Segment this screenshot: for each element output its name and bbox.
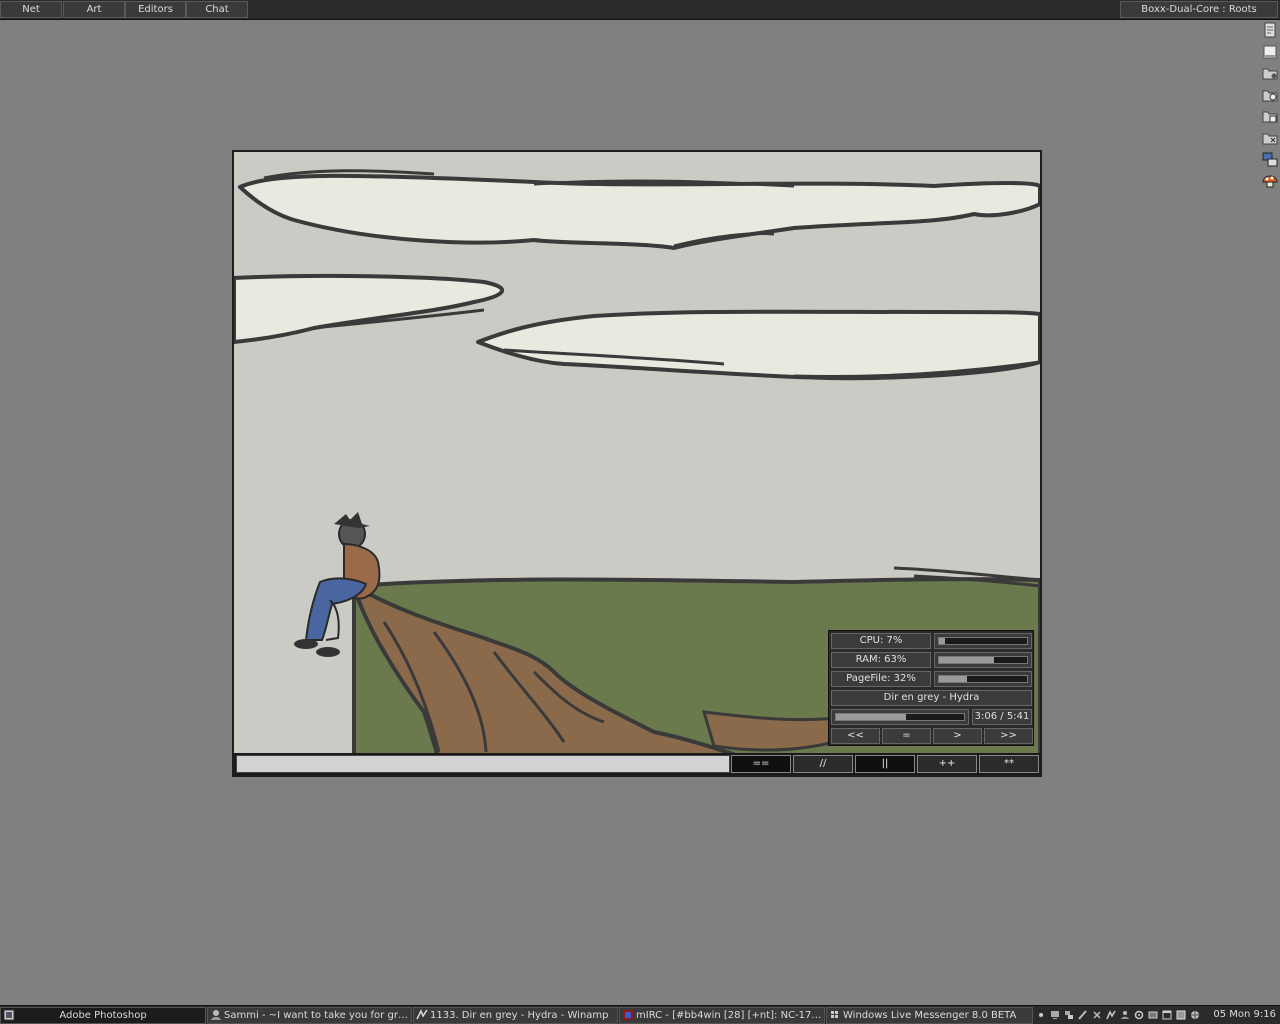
- tray-user-icon[interactable]: [1120, 1010, 1130, 1020]
- tray-monitor-icon[interactable]: [1148, 1010, 1158, 1020]
- task-label: Sammi - ~I want to take you for granted~: [224, 1010, 409, 1021]
- tray-dot-icon[interactable]: [1036, 1010, 1046, 1020]
- ram-meter-fill: [939, 657, 995, 663]
- taskbar: Adobe Photoshop Sammi - ~I want to take …: [0, 1005, 1280, 1024]
- pagefile-label: PageFile: 32%: [831, 671, 931, 687]
- stop-button[interactable]: =: [882, 728, 931, 744]
- cpu-meter: [934, 633, 1032, 649]
- bar-button-plus[interactable]: ++: [917, 755, 977, 773]
- tray-network-icon[interactable]: [1064, 1010, 1074, 1020]
- task-messenger-chat[interactable]: Sammi - ~I want to take you for granted~: [207, 1007, 412, 1024]
- system-monitor: CPU: 7% RAM: 63% PageFile: 32% Dir en gr…: [828, 630, 1034, 746]
- wallpaper-art: CPU: 7% RAM: 63% PageFile: 32% Dir en gr…: [232, 150, 1042, 777]
- task-label: Windows Live Messenger 8.0 BETA: [843, 1010, 1017, 1021]
- menu-chat[interactable]: Chat: [186, 1, 248, 18]
- tray-brush-icon[interactable]: [1078, 1010, 1088, 1020]
- mushroom-icon[interactable]: [1262, 173, 1278, 189]
- command-input[interactable]: [236, 755, 730, 773]
- menu-art[interactable]: Art: [63, 1, 125, 18]
- command-bar: == // || ++ **: [234, 753, 1040, 775]
- windows-icon: [831, 1011, 838, 1018]
- task-mirc[interactable]: mIRC - [#bb4win [28] [+nt]: NC-17 Wallpa…: [619, 1007, 825, 1024]
- menu-net[interactable]: Net: [0, 1, 62, 18]
- cpu-meter-fill: [939, 638, 946, 644]
- system-tray: [1034, 1007, 1212, 1024]
- play-button[interactable]: >: [933, 728, 982, 744]
- bar-button-stars[interactable]: **: [979, 755, 1039, 773]
- tray-winamp-icon[interactable]: [1106, 1010, 1116, 1020]
- bar-button-pipes[interactable]: ||: [855, 755, 915, 773]
- top-bar: Net Art Editors Chat Boxx-Dual-Core : Ro…: [0, 0, 1280, 20]
- cpu-label: CPU: 7%: [831, 633, 931, 649]
- task-windows-live-messenger[interactable]: Windows Live Messenger 8.0 BETA: [826, 1007, 1033, 1024]
- ram-label: RAM: 63%: [831, 652, 931, 668]
- folder-copy-icon[interactable]: [1262, 108, 1278, 124]
- folder-settings-icon[interactable]: [1262, 87, 1278, 103]
- document-icon[interactable]: [1262, 44, 1278, 60]
- winamp-icon: [416, 1009, 428, 1020]
- now-playing-title: Dir en grey - Hydra: [831, 690, 1032, 706]
- task-label: 1133. Dir en grey - Hydra - Winamp: [430, 1010, 609, 1021]
- folder-new-icon[interactable]: [1262, 65, 1278, 81]
- desktop-icon-column: [1262, 22, 1278, 194]
- pagefile-meter-fill: [939, 676, 968, 682]
- previous-track-button[interactable]: <<: [831, 728, 880, 744]
- mirc-icon: [623, 1010, 633, 1020]
- workspace-label[interactable]: Boxx-Dual-Core : Roots: [1120, 1, 1278, 18]
- tray-tool-icon[interactable]: [1092, 1010, 1102, 1020]
- clock: 05 Mon 9:16: [1213, 1009, 1276, 1020]
- track-seek-fill: [836, 714, 906, 720]
- tray-window-icon[interactable]: [1162, 1010, 1172, 1020]
- ram-meter: [934, 652, 1032, 668]
- tray-computer-icon[interactable]: [1050, 1010, 1060, 1020]
- tray-globe-icon[interactable]: [1190, 1010, 1200, 1020]
- pagefile-meter: [934, 671, 1032, 687]
- messenger-icon: [211, 1010, 221, 1020]
- track-time: 3:06 / 5:41: [972, 709, 1032, 725]
- network-icon[interactable]: [1262, 151, 1278, 167]
- task-winamp[interactable]: 1133. Dir en grey - Hydra - Winamp: [413, 1007, 618, 1024]
- tray-gear-icon[interactable]: [1134, 1010, 1144, 1020]
- task-label: Adobe Photoshop: [59, 1010, 147, 1021]
- menu-editors[interactable]: Editors: [125, 1, 186, 18]
- track-seek-bar[interactable]: [831, 709, 969, 725]
- task-label: mIRC - [#bb4win [28] [+nt]: NC-17 Wallpa…: [636, 1010, 822, 1021]
- task-photoshop[interactable]: Adobe Photoshop: [0, 1007, 206, 1024]
- page-icon[interactable]: [1262, 22, 1278, 38]
- bar-button-equals[interactable]: ==: [731, 755, 791, 773]
- tray-photo-icon[interactable]: [1176, 1010, 1186, 1020]
- folder-delete-icon[interactable]: [1262, 130, 1278, 146]
- bar-button-slashes[interactable]: //: [793, 755, 853, 773]
- next-track-button[interactable]: >>: [984, 728, 1033, 744]
